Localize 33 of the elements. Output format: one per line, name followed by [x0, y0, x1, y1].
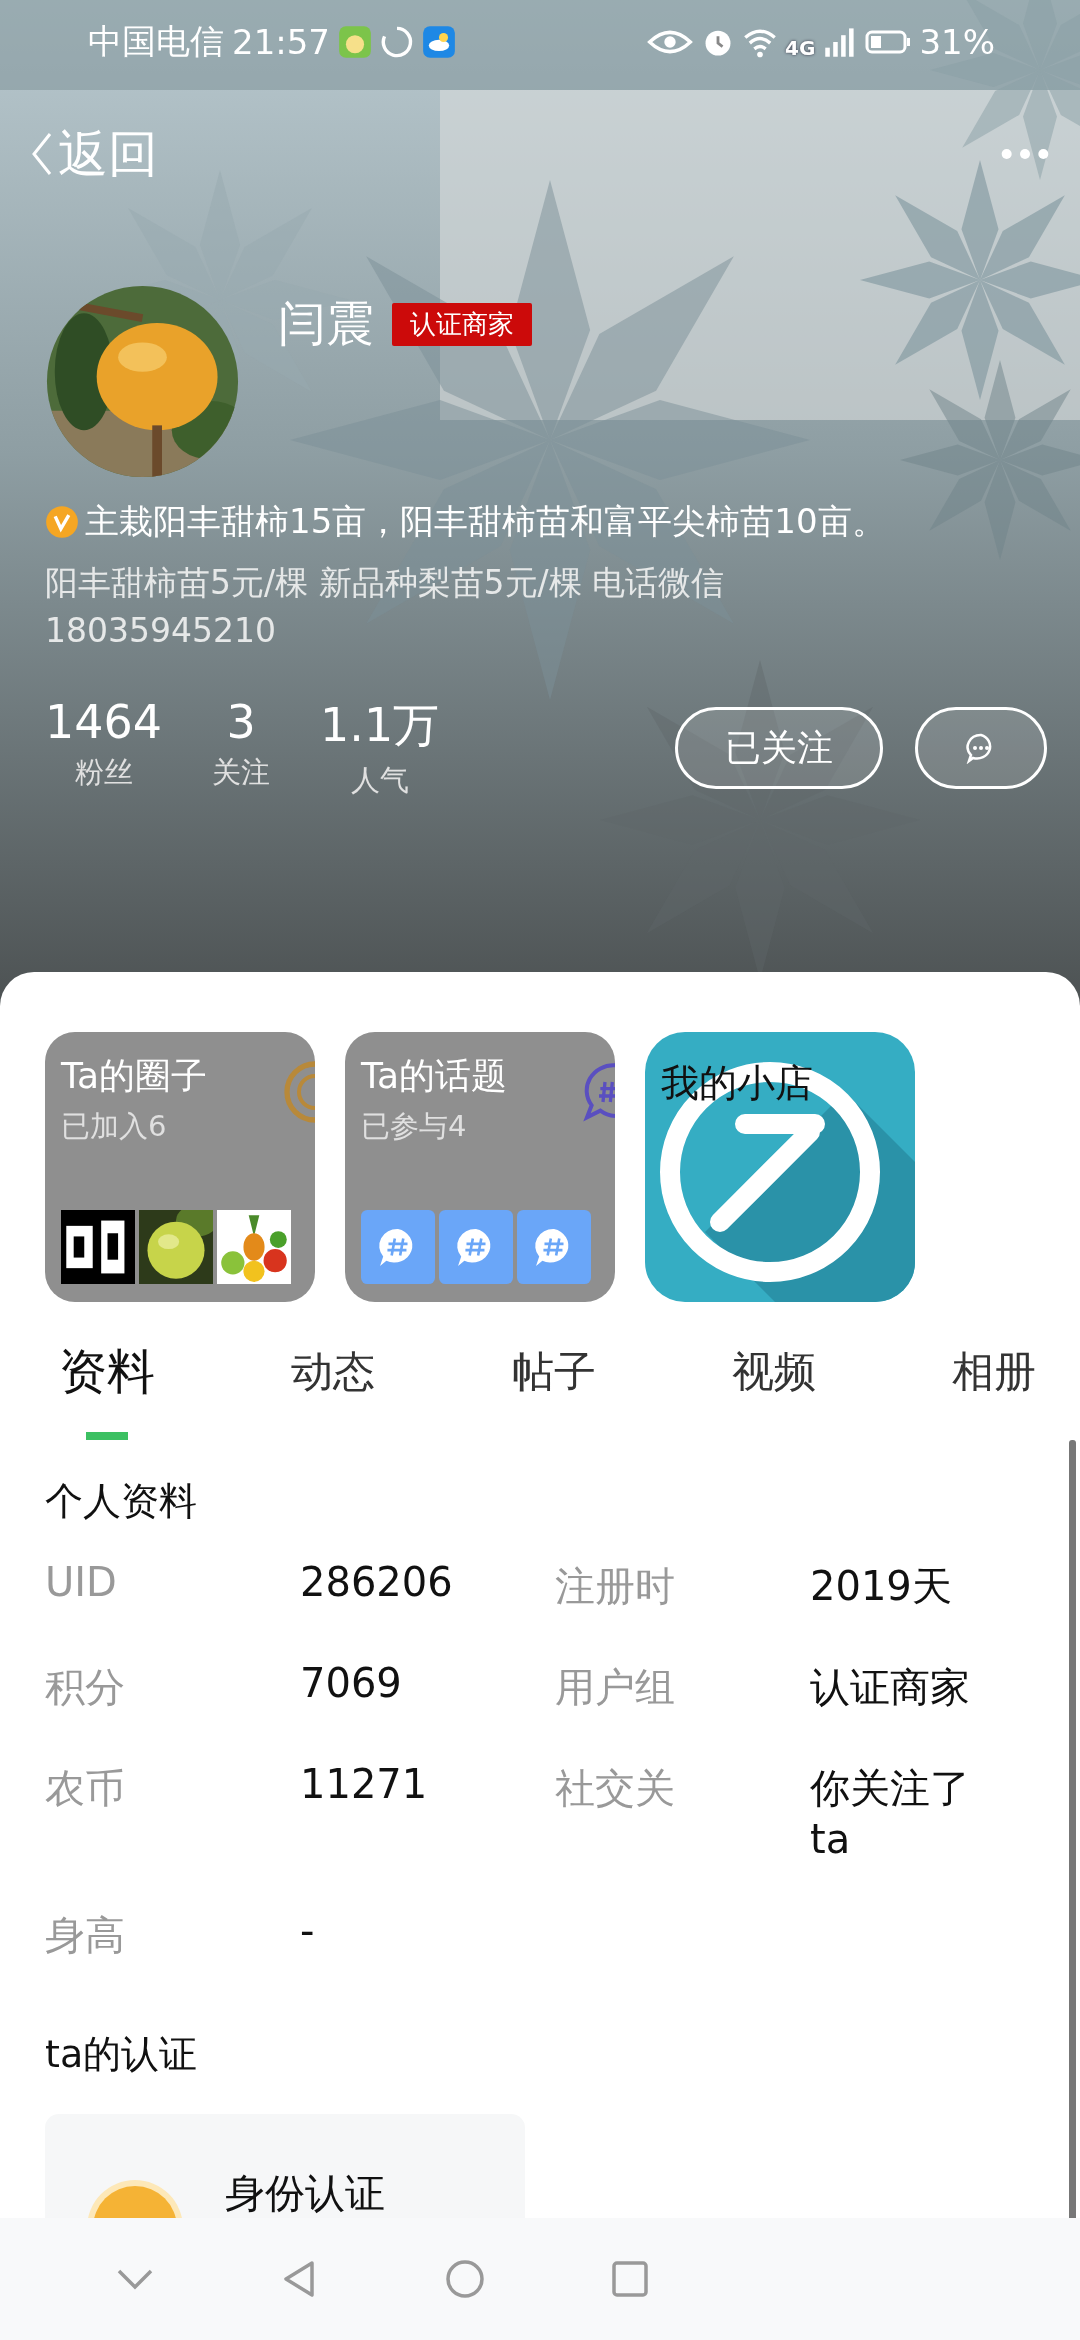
tab[interactable]: 视频	[727, 1322, 820, 1440]
field-label: 积分	[45, 1663, 126, 1712]
field-label: 用户组	[555, 1663, 676, 1712]
field-value: -	[300, 1908, 316, 1956]
card-title: Ta的圈子	[61, 1054, 209, 1098]
field-label: 农币	[45, 1764, 126, 1813]
topic-icon	[361, 1210, 435, 1284]
tab[interactable]: 动态	[287, 1322, 380, 1440]
tab[interactable]: 相册	[948, 1322, 1040, 1440]
card-title: Ta的话题	[361, 1054, 509, 1098]
certification-card[interactable]: 身份认证	[45, 2114, 525, 2218]
field-value: 认证商家	[810, 1663, 971, 1712]
field-value: 7069	[300, 1660, 403, 1708]
topic-icon	[439, 1210, 513, 1284]
field-label: 注册时	[555, 1562, 676, 1611]
field-value: 286206	[300, 1559, 454, 1607]
section-title: ta的认证	[45, 2031, 199, 2078]
home-icon[interactable]	[445, 2259, 485, 2299]
field-value: 2019天	[810, 1562, 953, 1611]
tab[interactable]: 资料	[55, 1322, 159, 1440]
section-title: 个人资料	[45, 1478, 198, 1525]
field-value: 11271	[300, 1761, 429, 1809]
field-value: 你关注了ta	[810, 1764, 971, 1862]
field-label: UID	[45, 1559, 118, 1607]
scrollbar[interactable]	[1069, 1440, 1076, 2218]
field-label: 社交关	[555, 1764, 676, 1813]
card-subtitle: 已参与4	[361, 1108, 468, 1145]
recents-icon[interactable]	[610, 2259, 650, 2299]
certification-title: 身份认证	[225, 2169, 385, 2218]
topic-icon	[517, 1210, 591, 1284]
card-subtitle: 已加入6	[61, 1108, 168, 1145]
tab[interactable]: 帖子	[507, 1322, 600, 1440]
field-label: 身高	[45, 1911, 126, 1960]
